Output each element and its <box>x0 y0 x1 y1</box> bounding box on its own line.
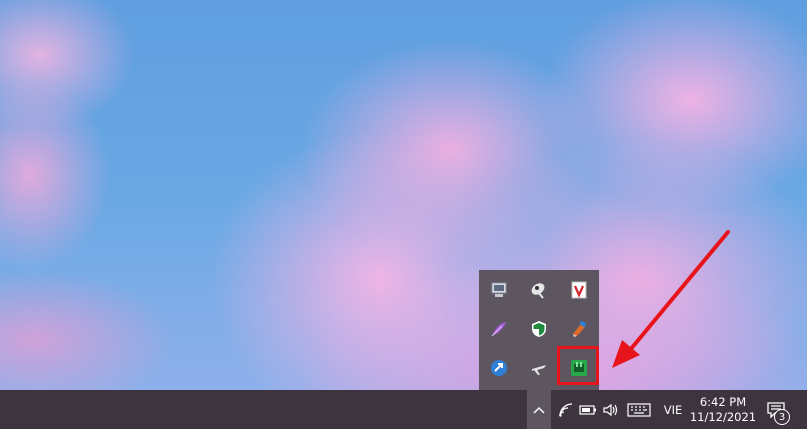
clock-date: 11/12/2021 <box>689 409 757 424</box>
v-app-icon[interactable] <box>560 271 598 309</box>
blue-app-icon[interactable] <box>480 349 518 387</box>
taskbar: VIE 6:42 PM 11/12/2021 <box>0 390 807 429</box>
display-monitor-icon[interactable] <box>480 271 518 309</box>
satellite-dish-icon[interactable] <box>520 271 558 309</box>
show-hidden-icons-button[interactable] <box>527 390 551 429</box>
feather-pen-icon[interactable] <box>480 310 518 348</box>
chevron-up-icon <box>533 406 545 414</box>
battery-icon[interactable] <box>578 390 598 429</box>
volume-icon[interactable] <box>600 390 622 429</box>
security-shield-icon[interactable] <box>520 310 558 348</box>
desktop-wallpaper <box>0 0 807 390</box>
highlight-box <box>557 346 599 385</box>
clock-time: 6:42 PM <box>699 394 747 409</box>
ccleaner-icon[interactable] <box>560 310 598 348</box>
touch-keyboard-icon[interactable] <box>626 390 652 429</box>
wifi-icon[interactable] <box>555 390 577 429</box>
notification-count-badge: 3 <box>774 409 790 425</box>
annotation-arrow <box>612 230 730 368</box>
airplane-icon[interactable] <box>520 349 558 387</box>
clock[interactable]: 6:42 PM 11/12/2021 <box>682 390 764 429</box>
